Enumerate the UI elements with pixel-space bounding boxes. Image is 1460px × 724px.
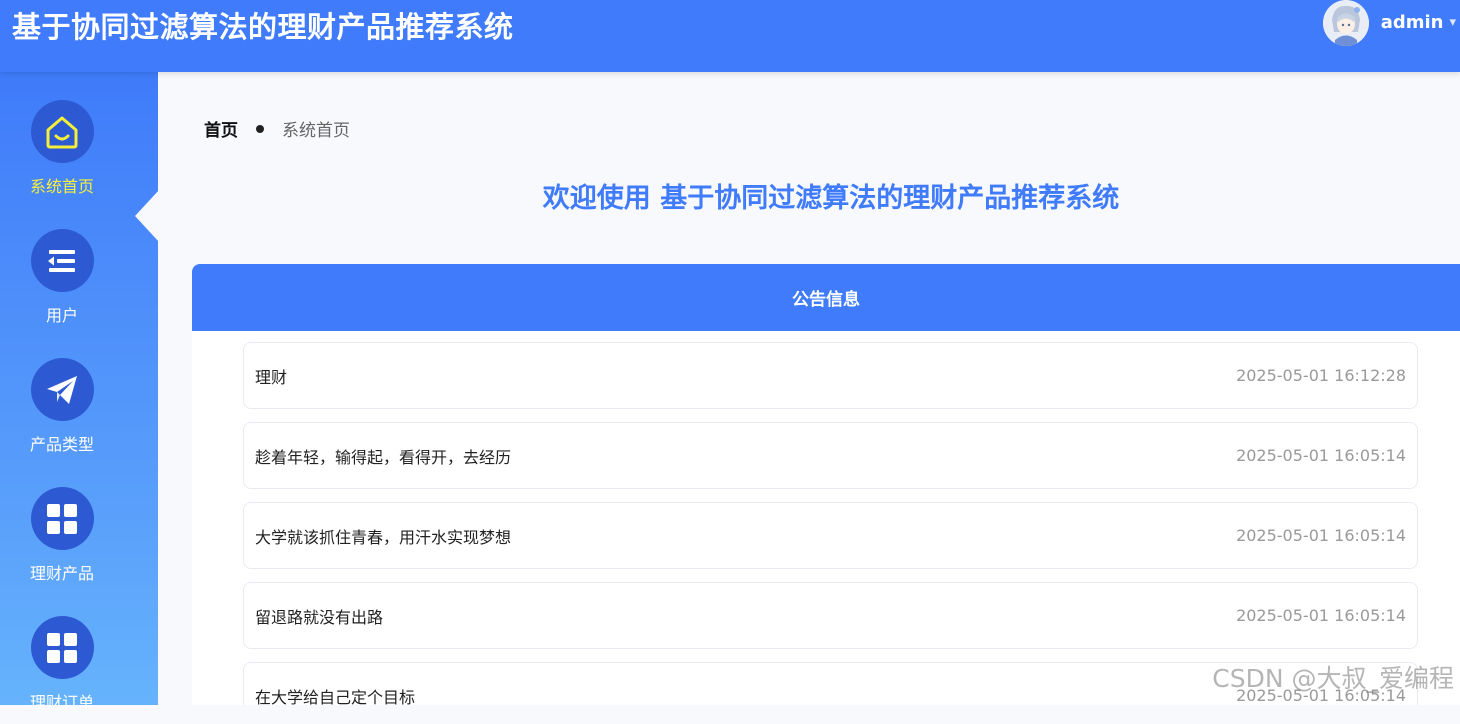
main-content: 首页 系统首页 欢迎使用 基于协同过滤算法的理财产品推荐系统 公告信息 理财 2…	[158, 72, 1460, 705]
notice-panel: 公告信息 理财 2025-05-01 16:12:28 趁着年轻，输得起，看得开…	[192, 264, 1460, 705]
username[interactable]: admin	[1381, 12, 1444, 33]
home-icon	[42, 112, 82, 152]
sidebar-item-label: 系统首页	[0, 173, 124, 197]
nav-icon-circle	[31, 100, 94, 163]
notice-title[interactable]: 理财	[255, 364, 287, 388]
avatar-image-icon	[1323, 0, 1369, 46]
list-item[interactable]: 留退路就没有出路 2025-05-01 16:05:14	[243, 582, 1418, 649]
notice-title[interactable]: 留退路就没有出路	[255, 604, 383, 628]
sidebar-item-products[interactable]: 理财产品	[0, 487, 124, 595]
sidebar-item-home[interactable]: 系统首页	[0, 100, 124, 208]
breadcrumb-current: 系统首页	[282, 116, 350, 141]
notice-title[interactable]: 趁着年轻，输得起，看得开，去经历	[255, 444, 511, 468]
sidebar: 系统首页 用户 产品类型	[0, 72, 158, 705]
list-item[interactable]: 在大学给自己定个目标 2025-05-01 16:05:14	[243, 662, 1418, 705]
paper-plane-icon	[43, 371, 81, 409]
notice-list: 理财 2025-05-01 16:12:28 趁着年轻，输得起，看得开，去经历 …	[243, 342, 1418, 705]
notice-title[interactable]: 在大学给自己定个目标	[255, 684, 415, 706]
notice-time: 2025-05-01 16:05:14	[1236, 526, 1406, 545]
notice-time: 2025-05-01 16:05:14	[1236, 606, 1406, 625]
top-header: 基于协同过滤算法的理财产品推荐系统 admin ▾	[0, 0, 1460, 72]
user-menu[interactable]: admin ▾	[1323, 0, 1456, 45]
chevron-down-icon[interactable]: ▾	[1449, 15, 1456, 30]
nav-icon-circle	[31, 229, 94, 292]
breadcrumb-home[interactable]: 首页	[204, 116, 238, 141]
breadcrumb-separator-icon	[256, 125, 264, 133]
sidebar-item-orders[interactable]: 理财订单	[0, 616, 124, 724]
sidebar-item-users[interactable]: 用户	[0, 229, 124, 337]
active-indicator	[135, 190, 159, 242]
sidebar-item-label: 理财订单	[0, 689, 124, 713]
sidebar-item-label: 产品类型	[0, 431, 124, 455]
list-icon	[44, 243, 80, 279]
sidebar-item-label: 理财产品	[0, 560, 124, 584]
nav-icon-circle	[31, 616, 94, 679]
list-item[interactable]: 理财 2025-05-01 16:12:28	[243, 342, 1418, 409]
app-title: 基于协同过滤算法的理财产品推荐系统	[12, 4, 514, 46]
grid-icon	[45, 631, 79, 665]
notice-time: 2025-05-01 16:05:14	[1236, 686, 1406, 705]
notice-time: 2025-05-01 16:12:28	[1236, 366, 1406, 385]
notice-time: 2025-05-01 16:05:14	[1236, 446, 1406, 465]
notice-title[interactable]: 大学就该抓住青春，用汗水实现梦想	[255, 524, 511, 548]
breadcrumb: 首页 系统首页	[204, 116, 350, 141]
nav-icon-circle	[31, 487, 94, 550]
notice-header: 公告信息	[192, 264, 1460, 331]
welcome-title: 欢迎使用 基于协同过滤算法的理财产品推荐系统	[158, 176, 1460, 215]
sidebar-item-product-types[interactable]: 产品类型	[0, 358, 124, 466]
grid-icon	[45, 502, 79, 536]
sidebar-item-label: 用户	[0, 302, 124, 326]
list-item[interactable]: 大学就该抓住青春，用汗水实现梦想 2025-05-01 16:05:14	[243, 502, 1418, 569]
nav-icon-circle	[31, 358, 94, 421]
list-item[interactable]: 趁着年轻，输得起，看得开，去经历 2025-05-01 16:05:14	[243, 422, 1418, 489]
avatar[interactable]	[1323, 0, 1369, 46]
